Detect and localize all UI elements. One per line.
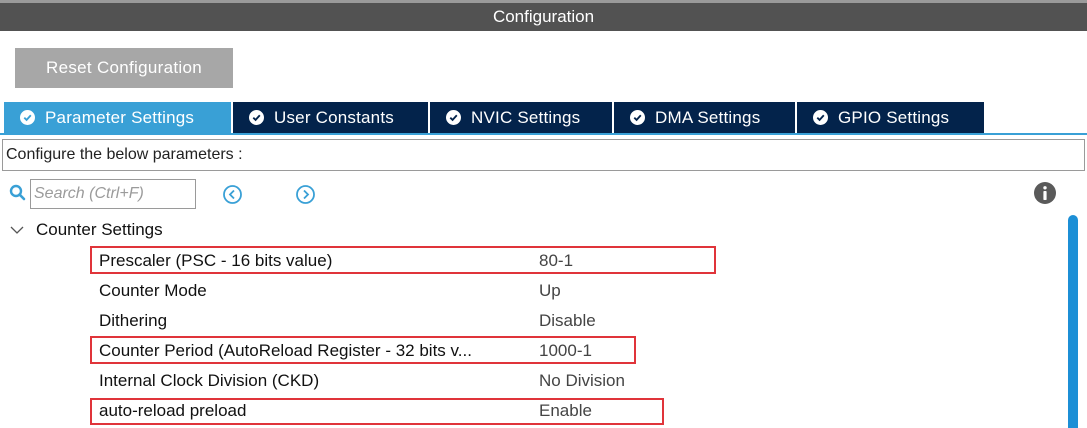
vertical-scrollbar[interactable] [1068, 215, 1078, 428]
window-title: Configuration [492, 7, 595, 26]
tab-gpio-settings[interactable]: GPIO Settings [797, 102, 984, 133]
param-name: Counter Period (AutoReload Register - 32… [99, 341, 472, 360]
param-value[interactable]: Up [539, 281, 561, 301]
tab-label: User Constants [274, 107, 394, 127]
param-row-dithering[interactable]: Dithering Disable [0, 306, 1060, 336]
tab-dma-settings[interactable]: DMA Settings [614, 102, 797, 133]
tab-label: NVIC Settings [471, 107, 581, 127]
check-circle-icon [20, 110, 35, 125]
reset-configuration-button[interactable]: Reset Configuration [15, 48, 233, 88]
param-value[interactable]: 80-1 [539, 251, 573, 271]
param-name: Counter Mode [99, 281, 207, 300]
param-value[interactable]: Disable [539, 311, 596, 331]
param-row-prescaler[interactable]: Prescaler (PSC - 16 bits value) 80-1 [0, 246, 1060, 276]
tab-label: DMA Settings [655, 107, 761, 127]
tab-user-constants[interactable]: User Constants [233, 102, 430, 133]
tab-label: Parameter Settings [45, 107, 195, 127]
param-name: auto-reload preload [99, 401, 247, 420]
check-circle-icon [249, 110, 264, 125]
param-value[interactable]: Enable [539, 401, 592, 421]
tab-nvic-settings[interactable]: NVIC Settings [430, 102, 614, 133]
param-row-counter-period[interactable]: Counter Period (AutoReload Register - 32… [0, 336, 1060, 366]
tab-parameter-settings[interactable]: Parameter Settings [4, 102, 233, 133]
param-row-counter-mode[interactable]: Counter Mode Up [0, 276, 1060, 306]
group-label: Counter Settings [36, 220, 163, 239]
check-circle-icon [446, 110, 461, 125]
tab-label: GPIO Settings [838, 107, 950, 127]
next-result-icon[interactable] [295, 184, 316, 205]
check-circle-icon [630, 110, 645, 125]
info-icon[interactable] [1033, 181, 1057, 205]
param-name: Dithering [99, 311, 168, 330]
param-value[interactable]: 1000-1 [539, 341, 592, 361]
configure-text: Configure the below parameters : [6, 146, 243, 163]
search-input[interactable] [30, 179, 196, 209]
param-name: Internal Clock Division (CKD) [99, 371, 320, 390]
configuration-panel: Configuration Reset Configuration Parame… [0, 0, 1087, 428]
tab-strip-underline [0, 133, 1087, 135]
param-row-clock-division[interactable]: Internal Clock Division (CKD) No Divisio… [0, 366, 1060, 396]
chevron-down-icon [10, 226, 24, 234]
check-circle-icon [813, 110, 828, 125]
param-row-auto-reload-preload[interactable]: auto-reload preload Enable [0, 396, 1060, 426]
search-icon [9, 184, 26, 201]
settings-tabs: Parameter Settings User Constants NVIC S… [4, 102, 984, 133]
param-name: Prescaler (PSC - 16 bits value) [99, 251, 333, 270]
configure-description: Configure the below parameters : [2, 139, 1085, 171]
window-title-bar: Configuration [0, 0, 1087, 31]
counter-settings-group[interactable]: Counter Settings [10, 218, 163, 242]
previous-result-icon[interactable] [222, 184, 243, 205]
param-value[interactable]: No Division [539, 371, 625, 391]
